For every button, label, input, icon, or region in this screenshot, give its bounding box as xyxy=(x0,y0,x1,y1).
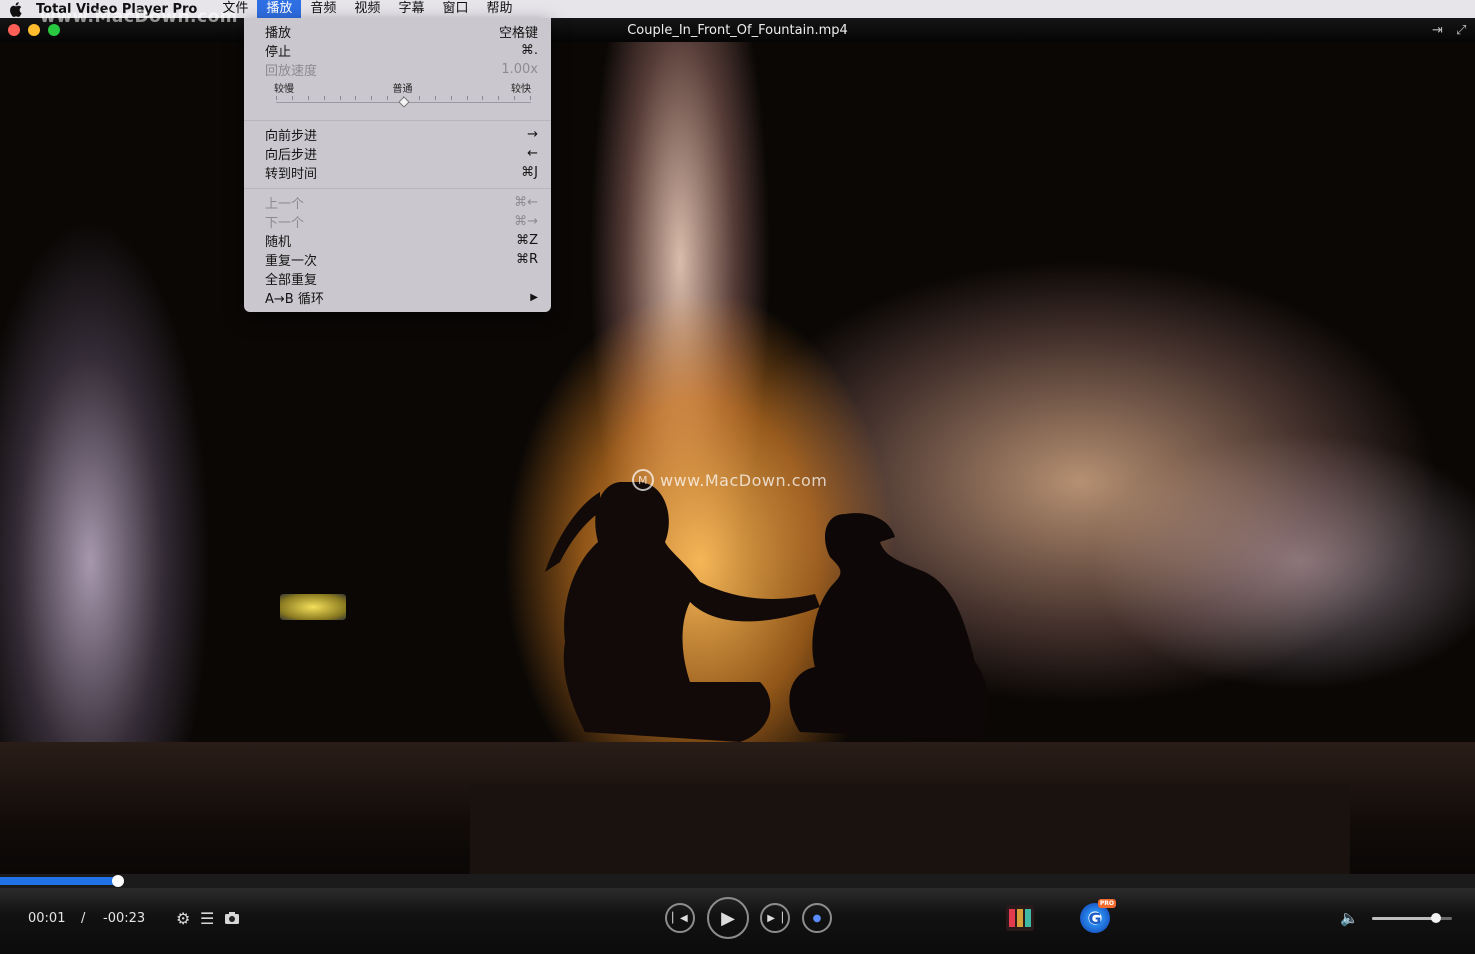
menu-item-label: 向后步进 xyxy=(265,148,318,163)
app-promo-g-icon[interactable]: G PRO xyxy=(1080,899,1116,933)
menu-item-next: 下一个 ⌘→ xyxy=(265,212,538,231)
menu-item-previous: 上一个 ⌘← xyxy=(265,193,538,212)
apple-menu-icon[interactable] xyxy=(0,0,30,18)
time-separator: / xyxy=(81,911,86,926)
menu-item-shortcut: 空格键 xyxy=(498,26,538,41)
remaining-time[interactable]: -00:23 xyxy=(103,911,145,926)
mac-menu-bar: Total Video Player Pro 文件 播放 音频 视频 字幕 窗口… xyxy=(0,0,1475,18)
menu-item-shortcut: ⌘. xyxy=(520,43,538,58)
menu-item-label: 随机 xyxy=(265,235,292,250)
menu-item-repeat-once[interactable]: 重复一次 ⌘R xyxy=(265,250,538,269)
menu-item-shortcut: ⌘J xyxy=(521,165,538,180)
menu-item-label: 转到时间 xyxy=(265,167,318,182)
playback-menu: 播放 空格键 停止 ⌘. 回放速度 1.00x 较慢 普通 较快 向前步进 → … xyxy=(244,18,551,312)
speed-fast-label: 较快 xyxy=(511,84,531,95)
menu-item-shuffle[interactable]: 随机 ⌘Z xyxy=(265,231,538,250)
fullscreen-icon[interactable]: ⤢ xyxy=(1456,23,1466,38)
settings-gear-icon[interactable]: ⚙ xyxy=(176,909,190,928)
menu-item-repeat-all[interactable]: 全部重复 xyxy=(265,269,538,288)
menu-item-label: 向前步进 xyxy=(265,129,318,144)
app-window: Total Video Player Pro 文件 播放 音频 视频 字幕 窗口… xyxy=(0,0,1475,954)
menu-item-ab-loop[interactable]: A→B 循环 ▶ xyxy=(265,288,538,307)
menu-item-label: 停止 xyxy=(265,45,292,60)
app-promo-tile-icon[interactable] xyxy=(1006,905,1034,931)
previous-track-button[interactable]: ▏◀ xyxy=(665,903,695,933)
watermark-text: www.MacDown.com xyxy=(660,470,828,490)
menu-item-label: 重复一次 xyxy=(265,254,318,269)
menu-item-stop[interactable]: 停止 ⌘. xyxy=(265,41,538,60)
menu-item-step-forward[interactable]: 向前步进 → xyxy=(265,125,538,144)
playlist-icon[interactable]: ☰ xyxy=(200,909,214,928)
volume-fill xyxy=(1372,917,1436,920)
menu-playback[interactable]: 播放 xyxy=(257,0,302,18)
submenu-arrow-icon: ▶ xyxy=(530,292,538,303)
menu-app-name[interactable]: Total Video Player Pro xyxy=(36,2,197,17)
menu-item-label: 上一个 xyxy=(265,197,305,212)
menu-separator xyxy=(244,188,551,189)
menu-audio[interactable]: 音频 xyxy=(301,0,345,18)
menu-item-label: 下一个 xyxy=(265,216,305,231)
speed-normal-label: 普通 xyxy=(392,84,413,95)
player-controls: 00:01 / -00:23 ⚙ ☰ ▏◀ ▶ ▶▕ ● G PRO 🔈 xyxy=(0,888,1475,954)
pin-icon[interactable]: ⇥ xyxy=(1432,23,1443,38)
volume-icon[interactable]: 🔈 xyxy=(1340,909,1359,927)
menu-item-shortcut: → xyxy=(527,127,538,142)
paw-extension-icon[interactable]: ● xyxy=(802,903,832,933)
menu-item-label: 回放速度 xyxy=(265,64,318,79)
seek-bar-knob[interactable] xyxy=(112,875,124,887)
menu-item-shortcut: ⌘R xyxy=(515,252,538,267)
window-titlebar: Couple_In_Front_Of_Fountain.mp4 ⇥ ⤢ xyxy=(0,18,1475,42)
menu-window[interactable]: 窗口 xyxy=(433,0,477,18)
volume-knob[interactable] xyxy=(1431,913,1441,923)
menu-file[interactable]: 文件 xyxy=(213,0,257,18)
seek-bar-fill xyxy=(0,877,118,885)
menu-item-step-back[interactable]: 向后步进 ← xyxy=(265,144,538,163)
next-track-button[interactable]: ▶▕ xyxy=(760,903,790,933)
menu-item-label: 全部重复 xyxy=(265,273,318,288)
volume-slider[interactable] xyxy=(1372,913,1452,923)
play-button[interactable]: ▶ xyxy=(707,897,749,939)
menu-item-playback-speed: 回放速度 1.00x xyxy=(265,60,538,79)
speed-labels: 较慢 普通 较快 xyxy=(274,80,531,95)
menu-item-shortcut: ← xyxy=(527,146,538,161)
menu-item-label: A→B 循环 xyxy=(265,292,324,307)
menu-help[interactable]: 帮助 xyxy=(477,0,521,18)
menu-separator xyxy=(244,120,551,121)
speed-value: 1.00x xyxy=(501,62,538,77)
menu-item-go-to-time[interactable]: 转到时间 ⌘J xyxy=(265,163,538,182)
menu-item-label: 播放 xyxy=(265,26,292,41)
speed-slow-label: 较慢 xyxy=(274,84,294,95)
menu-video[interactable]: 视频 xyxy=(345,0,389,18)
menu-item-shortcut: ⌘← xyxy=(514,195,538,210)
video-frame[interactable]: M www.MacDown.com xyxy=(0,42,1475,874)
menu-item-shortcut: ⌘→ xyxy=(514,214,538,229)
menu-item-shortcut: ⌘Z xyxy=(516,233,538,248)
seek-bar[interactable] xyxy=(0,874,1475,888)
camera-snapshot-icon[interactable] xyxy=(224,910,240,929)
window-title: Couple_In_Front_Of_Fountain.mp4 xyxy=(627,23,848,38)
macdown-logo-icon: M xyxy=(632,469,654,491)
watermark-center: M www.MacDown.com xyxy=(632,469,827,491)
elapsed-time: 00:01 xyxy=(28,911,66,926)
menu-item-play[interactable]: 播放 空格键 xyxy=(265,22,538,41)
couple-silhouette xyxy=(545,482,990,742)
menu-subtitles[interactable]: 字幕 xyxy=(389,0,433,18)
